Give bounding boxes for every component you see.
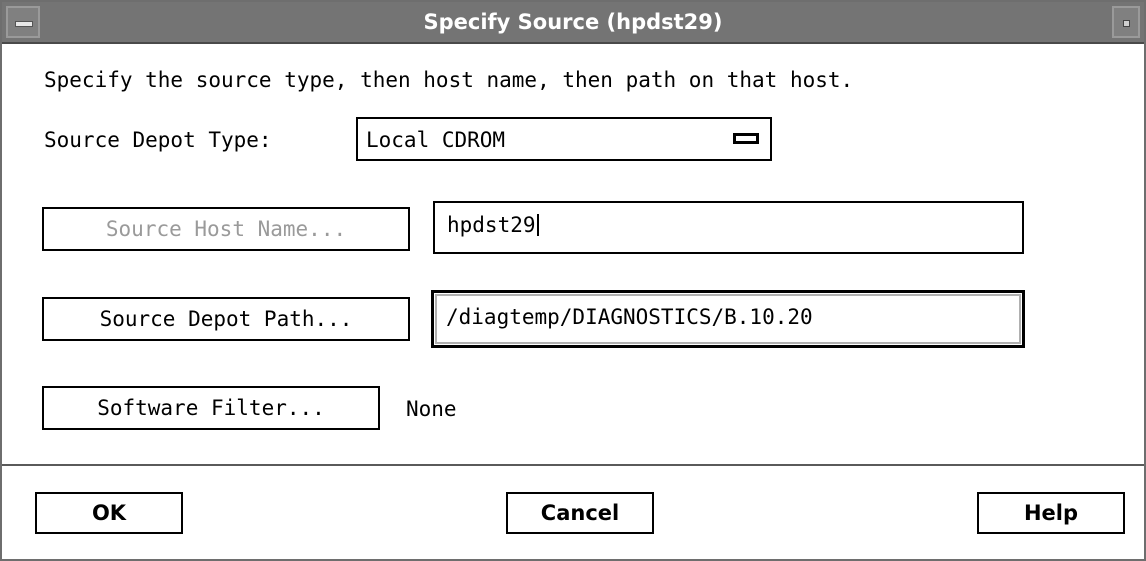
cancel-button[interactable]: Cancel — [506, 492, 654, 534]
source-depot-path-value: /diagtemp/DIAGNOSTICS/B.10.20 — [446, 305, 813, 329]
window-title: Specify Source (hpdst29) — [423, 10, 723, 34]
source-depot-type-value: Local CDROM — [366, 128, 506, 152]
text-cursor — [536, 214, 539, 236]
title-bar[interactable]: Specify Source (hpdst29) — [2, 2, 1144, 44]
minimize-icon[interactable] — [1112, 6, 1140, 38]
software-filter-button[interactable]: Software Filter... — [42, 386, 380, 430]
source-host-name-button[interactable]: Source Host Name... — [42, 207, 410, 251]
source-depot-type-select[interactable]: Local CDROM — [356, 117, 772, 161]
source-depot-type-label: Source Depot Type: — [44, 128, 272, 152]
source-depot-path-field[interactable]: /diagtemp/DIAGNOSTICS/B.10.20 — [431, 290, 1025, 348]
source-host-name-field[interactable]: hpdst29 — [433, 201, 1024, 254]
software-filter-value: None — [406, 397, 457, 421]
source-depot-path-button[interactable]: Source Depot Path... — [42, 297, 410, 341]
help-button[interactable]: Help — [977, 492, 1125, 534]
option-menu-indicator-icon — [733, 133, 759, 144]
ok-button[interactable]: OK — [35, 492, 183, 534]
source-host-name-value: hpdst29 — [447, 213, 539, 237]
separator — [2, 464, 1144, 466]
instructions-text: Specify the source type, then host name,… — [44, 68, 854, 92]
dialog-window: Specify Source (hpdst29) Specify the sou… — [0, 0, 1146, 561]
